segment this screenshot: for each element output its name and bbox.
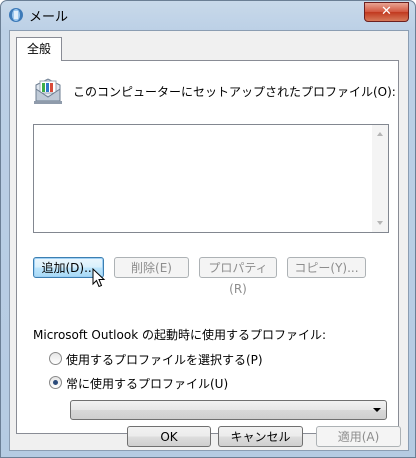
scroll-down-arrow-icon[interactable]: [377, 221, 383, 225]
radio-selected-dot: [53, 380, 58, 385]
ok-button[interactable]: OK: [127, 426, 211, 447]
dropdown-arrow-icon[interactable]: [373, 408, 381, 412]
copy-profile-button[interactable]: コピー(Y)...: [287, 257, 366, 278]
radio-prompt-for-profile[interactable]: 使用するプロファイルを選択する(P): [49, 351, 263, 367]
mail-profile-icon: [34, 78, 62, 104]
profiles-list-scrollbar[interactable]: [372, 125, 388, 232]
radio-always-label: 常に使用するプロファイル(U): [66, 377, 229, 391]
close-button[interactable]: ✕: [364, 2, 409, 22]
window-title: メール: [29, 10, 69, 25]
delete-profile-button[interactable]: 削除(E): [114, 257, 189, 278]
radio-prompt-indicator[interactable]: [49, 352, 62, 365]
profiles-label: このコンピューターにセットアップされたプロファイル(O):: [73, 85, 396, 99]
radio-prompt-label: 使用するプロファイルを選択する(P): [66, 353, 263, 367]
scroll-up-arrow-icon[interactable]: [377, 132, 383, 136]
profile-dropdown[interactable]: [70, 400, 387, 420]
radio-always-use-profile[interactable]: 常に使用するプロファイル(U): [49, 375, 229, 391]
dialog-client-area: 全般 このコンピューターにセットアップされたプロファイル(O): 追加(D)..…: [9, 30, 409, 451]
title-bar: メール ✕: [1, 1, 415, 29]
profiles-listbox[interactable]: [33, 124, 389, 233]
mail-dialog-window: メール ✕ 全般 このコンピューターにセットアップされたプロファイル(O): 追…: [0, 0, 416, 458]
outlook-startup-label: Microsoft Outlook の起動時に使用するプロファイル:: [33, 328, 327, 342]
general-tab-panel: このコンピューターにセットアップされたプロファイル(O): 追加(D)... 削…: [16, 60, 399, 434]
profile-properties-button[interactable]: プロパティ(R): [199, 257, 277, 296]
cancel-button[interactable]: キャンセル: [218, 426, 303, 447]
tab-general[interactable]: 全般: [16, 37, 62, 61]
radio-always-indicator[interactable]: [49, 376, 62, 389]
mail-app-icon: [9, 8, 23, 22]
mouse-pointer-icon: [92, 268, 106, 288]
apply-button[interactable]: 適用(A): [316, 426, 401, 447]
